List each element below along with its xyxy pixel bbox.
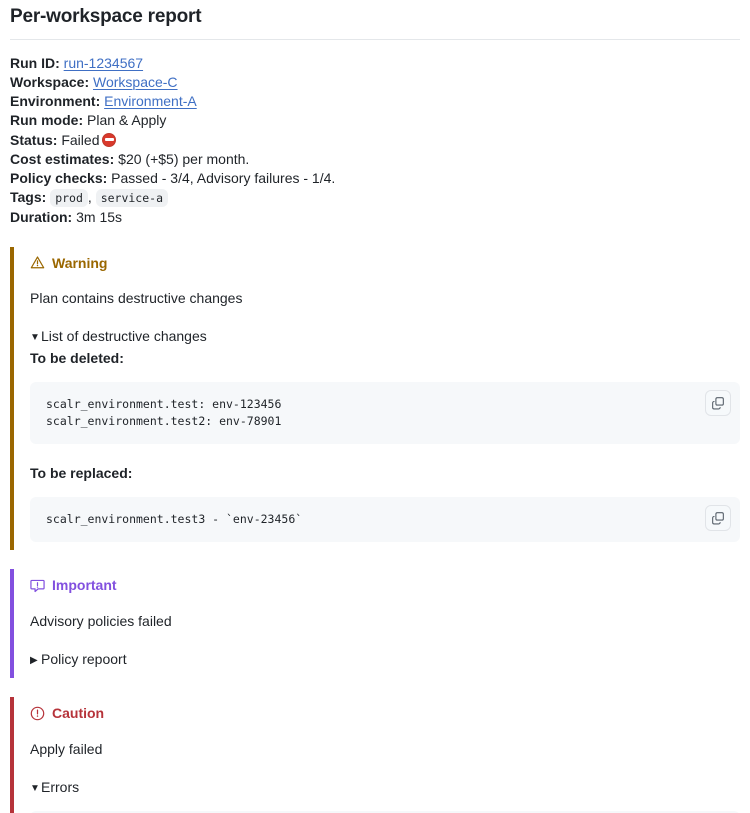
tag-chip: prod bbox=[50, 189, 88, 208]
metadata-key: Run mode: bbox=[10, 112, 84, 129]
to-be-replaced-code: scalr_environment.test3 - `env-23456` bbox=[46, 512, 303, 527]
metadata-value: Plan & Apply bbox=[87, 112, 167, 129]
policy-report-disclosure-label: Policy repoort bbox=[41, 651, 127, 668]
metadata-key: Tags: bbox=[10, 189, 47, 206]
chevron-down-icon: ▼ bbox=[30, 782, 40, 794]
alert-warning-header: Warning bbox=[30, 255, 740, 272]
comment-alert-icon bbox=[30, 578, 45, 593]
errors-disclosure-label: Errors bbox=[41, 778, 80, 795]
workspace-link[interactable]: Workspace-C bbox=[93, 74, 178, 90]
metadata-row-workspace: Workspace: Workspace-C bbox=[10, 73, 740, 92]
alert-important-label: Important bbox=[52, 577, 117, 594]
metadata-row-run-id: Run ID: run-1234567 bbox=[10, 54, 740, 73]
metadata-row-run-mode: Run mode: Plan & Apply bbox=[10, 111, 740, 130]
to-be-deleted-code: scalr_environment.test: env-123456 scalr… bbox=[46, 397, 282, 429]
copy-icon bbox=[711, 511, 725, 525]
warning-triangle-icon bbox=[30, 255, 45, 270]
alert-warning-body: Plan contains destructive changes bbox=[30, 290, 243, 307]
metadata-key: Duration: bbox=[10, 209, 73, 226]
run-metadata-list: Run ID: run-1234567 Workspace: Workspace… bbox=[10, 54, 740, 228]
metadata-key: Environment: bbox=[10, 93, 101, 110]
metadata-row-duration: Duration: 3m 15s bbox=[10, 208, 740, 227]
copy-button[interactable] bbox=[705, 390, 731, 417]
chevron-down-icon: ▼ bbox=[30, 332, 40, 344]
metadata-value: $20 (+$5) per month. bbox=[118, 150, 250, 167]
to-be-deleted-codeblock: scalr_environment.test: env-123456 scalr… bbox=[30, 382, 740, 445]
page-title: Per-workspace report bbox=[10, 6, 202, 27]
metadata-key: Cost estimates: bbox=[10, 150, 115, 167]
environment-link[interactable]: Environment-A bbox=[104, 93, 197, 109]
metadata-row-policy-checks: Policy checks: Passed - 3/4, Advisory fa… bbox=[10, 169, 740, 188]
metadata-value: Passed - 3/4, Advisory failures - 1/4. bbox=[111, 169, 336, 186]
tag-separator: , bbox=[87, 189, 92, 206]
metadata-row-tags: Tags: prod, service-a bbox=[10, 188, 740, 208]
metadata-key: Workspace: bbox=[10, 73, 90, 90]
title-divider bbox=[10, 38, 740, 40]
metadata-key: Run ID: bbox=[10, 54, 60, 71]
alert-important-header: Important bbox=[30, 577, 740, 594]
run-id-link[interactable]: run-1234567 bbox=[64, 55, 143, 71]
alert-caution-label: Caution bbox=[52, 705, 105, 722]
copy-button[interactable] bbox=[705, 505, 731, 532]
no-entry-emoji bbox=[102, 132, 117, 147]
chevron-right-icon: ▶ bbox=[30, 655, 38, 667]
status-badge: Failed bbox=[61, 131, 100, 148]
alert-warning-label: Warning bbox=[52, 254, 108, 271]
report-page: Per-workspace report Run ID: run-1234567… bbox=[0, 0, 750, 813]
alert-caution: Caution Apply failed ▼Errors making Read… bbox=[10, 697, 740, 813]
metadata-key: Status: bbox=[10, 131, 58, 148]
to-be-replaced-label: To be replaced: bbox=[30, 465, 133, 482]
to-be-deleted-label: To be deleted: bbox=[30, 350, 124, 367]
alert-caution-body: Apply failed bbox=[30, 740, 103, 757]
exclamation-circle-icon bbox=[30, 706, 45, 721]
alert-warning: Warning Plan contains destructive change… bbox=[10, 246, 740, 551]
destructive-changes-disclosure-label: List of destructive changes bbox=[41, 328, 207, 345]
metadata-row-environment: Environment: Environment-A bbox=[10, 92, 740, 111]
copy-icon bbox=[711, 396, 725, 410]
tag-chip: service-a bbox=[95, 189, 168, 208]
alert-important-body: Advisory policies failed bbox=[30, 613, 172, 630]
errors-disclosure[interactable]: ▼Errors bbox=[30, 777, 740, 798]
metadata-row-cost-estimates: Cost estimates: $20 (+$5) per month. bbox=[10, 150, 740, 169]
metadata-row-status: Status: Failed bbox=[10, 131, 740, 150]
destructive-changes-disclosure[interactable]: ▼List of destructive changes bbox=[30, 326, 740, 347]
metadata-key: Policy checks: bbox=[10, 169, 108, 186]
alert-important: Important Advisory policies failed ▶ Poli… bbox=[10, 569, 740, 679]
alert-caution-header: Caution bbox=[30, 705, 740, 722]
policy-report-disclosure[interactable]: ▶ Policy repoort bbox=[30, 649, 740, 670]
to-be-replaced-codeblock: scalr_environment.test3 - `env-23456` bbox=[30, 497, 740, 543]
metadata-value: 3m 15s bbox=[76, 209, 123, 226]
